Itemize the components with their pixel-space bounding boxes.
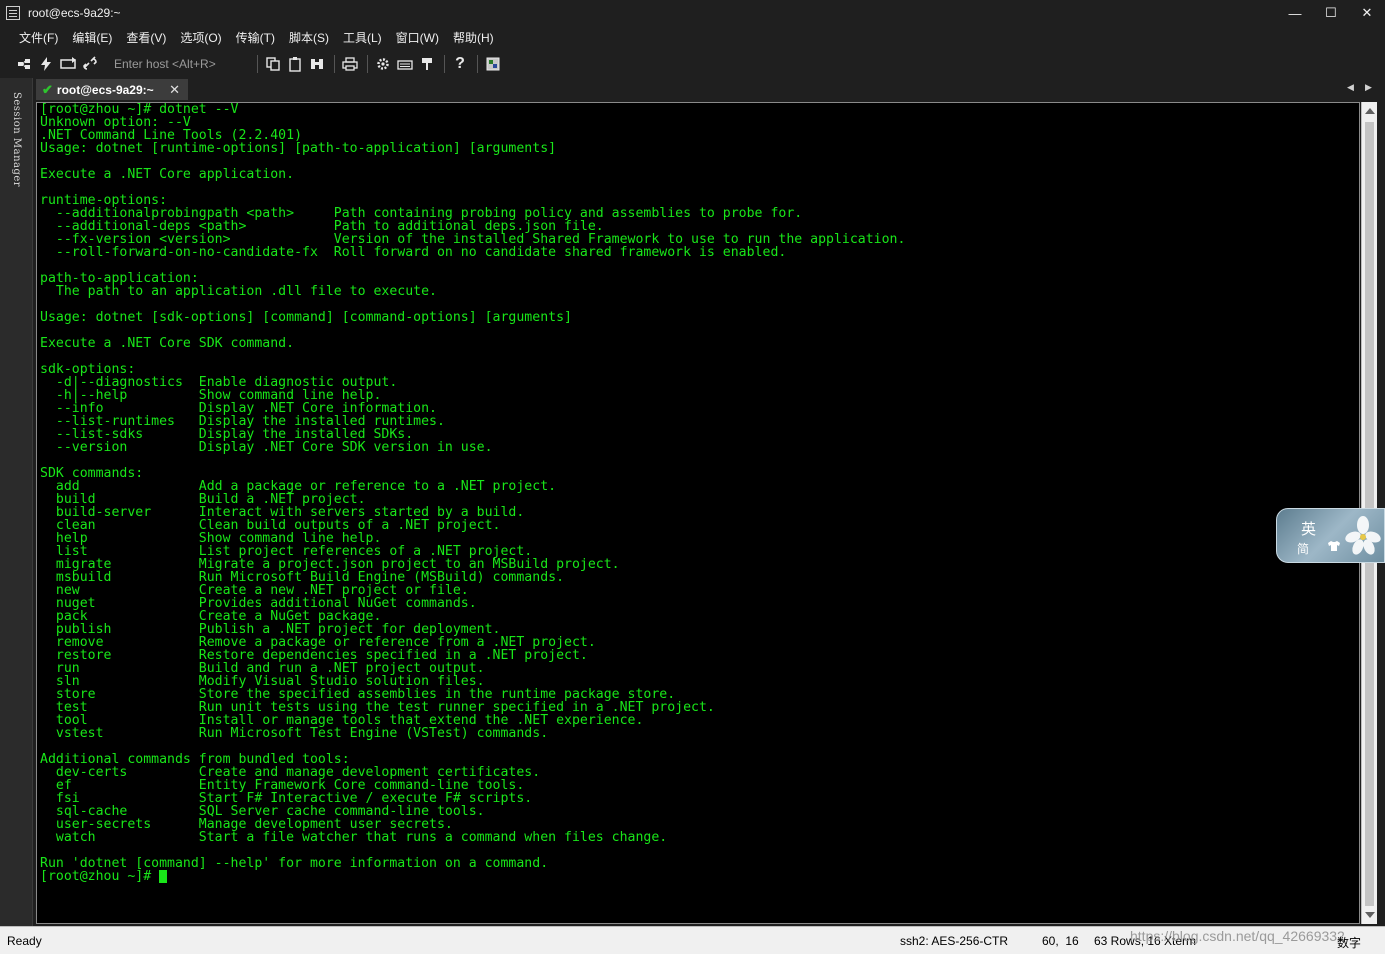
menu-file[interactable]: 文件(F) xyxy=(12,26,65,50)
app-icon xyxy=(6,6,20,20)
toolbar-separator xyxy=(444,54,445,73)
menu-help[interactable]: 帮助(H) xyxy=(446,26,501,50)
menu-transfer[interactable]: 传输(T) xyxy=(229,26,282,50)
menu-bar: 文件(F) 编辑(E) 查看(V) 选项(O) 传输(T) 脚本(S) 工具(L… xyxy=(0,26,1385,50)
terminal-line: Execute a .NET Core SDK command. xyxy=(40,336,295,351)
ime-language-toggle[interactable]: 英 xyxy=(1301,518,1316,539)
terminal-line: --roll-forward-on-no-candidate-fx Roll f… xyxy=(40,245,787,260)
title-bar: root@ecs-9a29:~ — ☐ ✕ xyxy=(0,0,1385,26)
menu-view[interactable]: 查看(V) xyxy=(119,26,173,50)
settings-icon[interactable] xyxy=(373,54,393,74)
disconnect-icon[interactable] xyxy=(80,54,100,74)
find-icon[interactable] xyxy=(307,54,327,74)
terminal-output: [root@zhou ~]# dotnet --V Unknown option:… xyxy=(40,103,905,883)
ime-skin-icon[interactable] xyxy=(1327,540,1341,555)
terminal-line: Usage: dotnet [sdk-options] [command] [c… xyxy=(40,310,572,325)
window-controls: — ☐ ✕ xyxy=(1277,0,1385,26)
status-cipher: ssh2: AES-256-CTR xyxy=(900,934,1009,948)
menu-options[interactable]: 选项(O) xyxy=(173,26,228,50)
ime-toolbar[interactable]: 英 简 xyxy=(1276,508,1385,563)
terminal-prompt-line: [root@zhou ~]# xyxy=(40,870,905,883)
toolbar-separator xyxy=(257,54,258,73)
terminal-line: Run 'dotnet [command] --help' for more i… xyxy=(40,856,549,871)
ime-simplified-toggle[interactable]: 简 xyxy=(1297,540,1309,557)
connected-check-icon: ✔ xyxy=(42,81,53,97)
maximize-button[interactable]: ☐ xyxy=(1313,0,1349,26)
sftp-icon[interactable] xyxy=(417,54,437,74)
tab-label: root@ecs-9a29:~ xyxy=(56,82,154,97)
status-bar: Ready ssh2: AES-256-CTR 60, 16 63 Rows, … xyxy=(0,926,1385,954)
menu-window[interactable]: 窗口(W) xyxy=(389,26,446,50)
session-manager-panel[interactable]: Session Manager xyxy=(0,78,33,926)
reconnect-icon[interactable] xyxy=(58,54,78,74)
menu-edit[interactable]: 编辑(E) xyxy=(65,26,119,50)
scroll-down-icon[interactable] xyxy=(1365,912,1375,918)
watermark-text: https://blog.csdn.net/qq_42669332 xyxy=(1130,928,1345,944)
terminal-line: Execute a .NET Core application. xyxy=(40,167,295,182)
tab-session[interactable]: ✔ root@ecs-9a29:~ ✕ xyxy=(36,79,188,100)
toolbar-separator xyxy=(334,54,335,73)
scroll-up-icon[interactable] xyxy=(1365,108,1375,114)
toolbar-separator xyxy=(367,54,368,73)
help-icon[interactable]: ? xyxy=(450,54,470,74)
paste-icon[interactable] xyxy=(285,54,305,74)
terminal-line: vstest Run Microsoft Test Engine (VSTest… xyxy=(40,726,549,741)
terminal-view[interactable]: [root@zhou ~]# dotnet --V Unknown option:… xyxy=(36,102,1360,924)
print-icon[interactable] xyxy=(340,54,360,74)
close-button[interactable]: ✕ xyxy=(1349,0,1385,26)
terminal-line: Usage: dotnet [runtime-options] [path-to… xyxy=(40,141,557,156)
toolbar: ? xyxy=(0,50,1385,77)
tab-scroll-right-icon[interactable]: ▶ xyxy=(1365,82,1372,93)
terminal-prompt: [root@zhou ~]# xyxy=(40,869,160,884)
terminal-line: The path to an application .dll file to … xyxy=(40,284,437,299)
copy-icon[interactable] xyxy=(263,54,283,74)
connect-icon[interactable] xyxy=(14,54,34,74)
status-ready: Ready xyxy=(7,934,42,948)
session-manager-label[interactable]: Session Manager xyxy=(11,92,22,187)
menu-script[interactable]: 脚本(S) xyxy=(282,26,336,50)
quick-connect-icon[interactable] xyxy=(36,54,56,74)
keymap-icon[interactable] xyxy=(395,54,415,74)
script-icon[interactable] xyxy=(483,54,503,74)
tab-close-icon[interactable]: ✕ xyxy=(169,82,180,98)
status-numlock: 数字 xyxy=(1337,936,1362,950)
host-input[interactable] xyxy=(108,53,246,74)
minimize-button[interactable]: — xyxy=(1277,0,1313,26)
ime-flower-icon xyxy=(1345,515,1381,557)
status-cursor-position: 60, 16 xyxy=(1042,934,1079,948)
tab-bar: ✔ root@ecs-9a29:~ ✕ ◀ ▶ xyxy=(34,78,1385,100)
toolbar-separator xyxy=(477,54,478,73)
terminal-cursor xyxy=(159,870,168,883)
terminal-line: --version Display .NET Core SDK version … xyxy=(40,440,493,455)
menu-tools[interactable]: 工具(L) xyxy=(336,26,389,50)
terminal-line: watch Start a file watcher that runs a c… xyxy=(40,830,668,845)
tab-scroll-left-icon[interactable]: ◀ xyxy=(1347,82,1354,93)
window-title: root@ecs-9a29:~ xyxy=(28,6,121,20)
